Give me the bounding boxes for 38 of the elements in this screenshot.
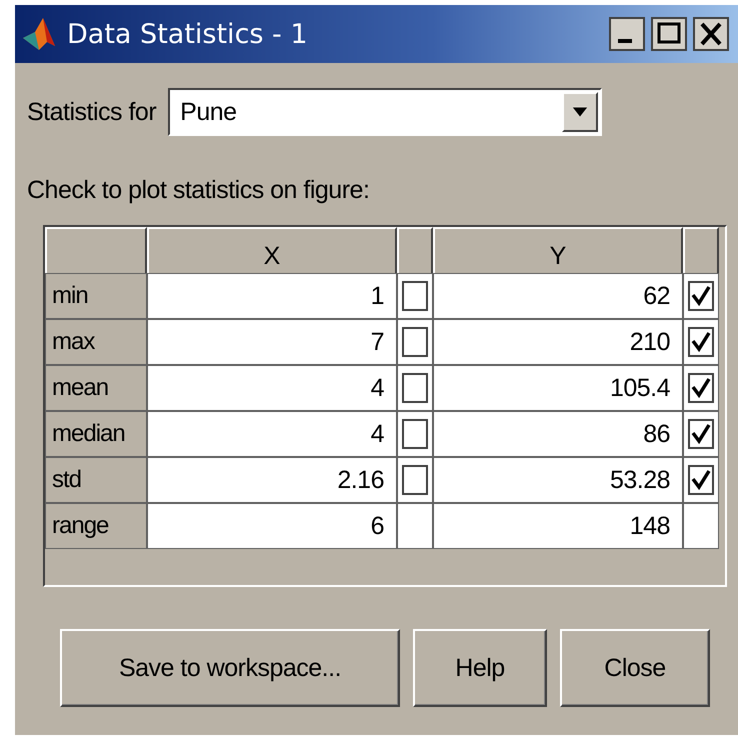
row-header: max: [45, 319, 147, 365]
checkbox[interactable]: [402, 419, 428, 449]
checkbox[interactable]: [402, 327, 428, 357]
checkbox[interactable]: [688, 465, 714, 495]
table-cell: 105.4: [433, 365, 683, 411]
table-cell: 1: [147, 273, 397, 319]
row-header: std: [45, 457, 147, 503]
table-cell: 7: [147, 319, 397, 365]
table-cell: 6: [147, 503, 397, 549]
checkbox[interactable]: [688, 419, 714, 449]
checkbox[interactable]: [402, 281, 428, 311]
checkbox[interactable]: [688, 373, 714, 403]
window-title: Data Statistics - 1: [67, 18, 309, 50]
table-cell: 4: [147, 365, 397, 411]
dialog-button[interactable]: Save to workspace...: [60, 629, 400, 707]
dataset-dropdown[interactable]: Pune: [168, 88, 602, 136]
table-cell: 62: [433, 273, 683, 319]
row-header: mean: [45, 365, 147, 411]
table-cell: 4: [147, 411, 397, 457]
checkbox[interactable]: [688, 281, 714, 311]
row-header: min: [45, 273, 147, 319]
table-cell: 2.16: [147, 457, 397, 503]
table-cell: 210: [433, 319, 683, 365]
close-button[interactable]: [693, 17, 729, 51]
row-header: range: [45, 503, 147, 549]
maximize-button[interactable]: [651, 17, 687, 51]
table-cell: 53.28: [433, 457, 683, 503]
checkbox[interactable]: [402, 465, 428, 495]
checkbox[interactable]: [402, 373, 428, 403]
dialog-button[interactable]: Help: [413, 629, 547, 707]
table-cell: 86: [433, 411, 683, 457]
checkbox[interactable]: [688, 327, 714, 357]
table-cell: 148: [433, 503, 683, 549]
row-header: median: [45, 411, 147, 457]
instruction-text: Check to plot statistics on figure:: [27, 176, 370, 205]
statistics-for-label: Statistics for: [27, 98, 156, 126]
minimize-button[interactable]: [609, 17, 645, 51]
dialog-button[interactable]: Close: [560, 629, 710, 707]
